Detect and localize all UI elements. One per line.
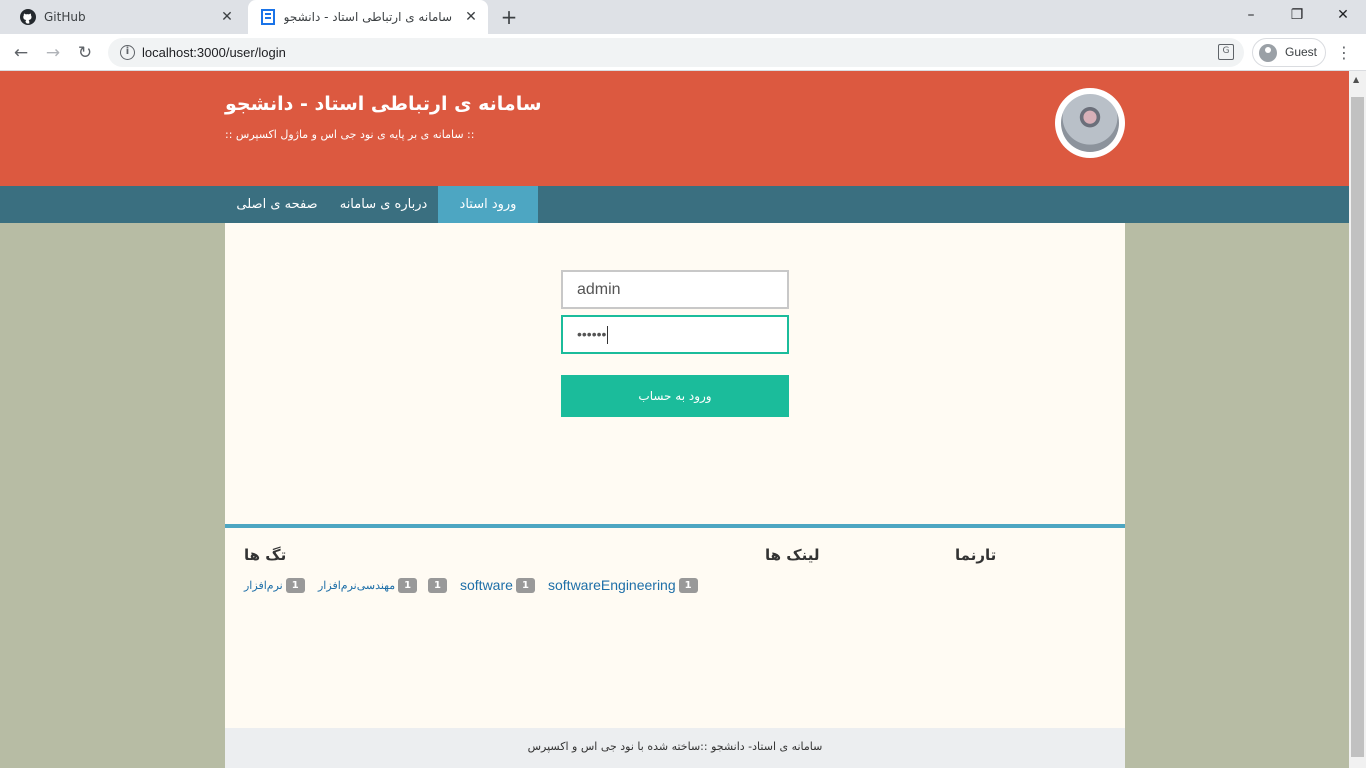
tab-title: GitHub — [44, 10, 86, 24]
username-input[interactable]: admin — [561, 270, 789, 309]
profile-button[interactable]: Guest — [1252, 38, 1326, 67]
site-header: سامانه ی ارتباطی استاد - دانشجو :: سامان… — [0, 71, 1349, 186]
forward-button[interactable]: → — [40, 40, 66, 66]
browser-menu-icon[interactable]: ⋮ — [1336, 42, 1352, 64]
logo-image — [1061, 94, 1119, 152]
translate-icon[interactable]: G — [1218, 44, 1234, 60]
tag-item[interactable]: نرم‌افزار 1 — [244, 577, 305, 593]
tag-link[interactable]: softwareEngineering — [548, 577, 676, 593]
tag-item[interactable]: software 1 — [460, 577, 535, 593]
username-value: admin — [577, 281, 621, 298]
login-submit-button[interactable]: ورود به حساب — [561, 375, 789, 417]
minimize-button[interactable]: – — [1228, 0, 1274, 30]
password-value: •••••• — [577, 326, 607, 342]
password-input[interactable]: •••••• — [561, 315, 789, 354]
tag-item[interactable]: 1 — [425, 577, 447, 593]
nav-item-home[interactable]: صفحه ی اصلی — [225, 186, 329, 223]
new-tab-button[interactable]: + — [498, 6, 520, 28]
tab-site[interactable]: سامانه ی ارتباطی استاد - دانشجو ✕ — [248, 0, 488, 34]
tag-count-badge: 1 — [398, 577, 418, 593]
page-scrollbar[interactable]: ▲ — [1349, 71, 1366, 768]
reload-button[interactable]: ↻ — [72, 40, 98, 66]
close-tab-icon[interactable]: ✕ — [462, 8, 480, 26]
tab-title: سامانه ی ارتباطی استاد - دانشجو — [284, 10, 452, 24]
text-caret — [607, 326, 609, 345]
nav-item-teacher-login[interactable]: ورود استاد — [438, 186, 538, 223]
maximize-button[interactable]: ❐ — [1274, 0, 1320, 30]
avatar-icon — [1259, 44, 1277, 62]
site-favicon — [261, 9, 275, 25]
browser-tab-strip: GitHub ✕ سامانه ی ارتباطی استاد - دانشجو… — [0, 0, 1366, 34]
site-info-icon[interactable]: i — [120, 45, 135, 60]
tag-link[interactable]: نرم‌افزار — [244, 579, 283, 592]
login-panel: admin •••••• ورود به حساب — [225, 223, 1125, 524]
site-title: سامانه ی ارتباطی استاد - دانشجو — [225, 93, 542, 115]
main-nav: صفحه ی اصلی درباره ی سامانه ورود استاد — [0, 186, 1349, 223]
tag-item[interactable]: مهندسی‌نرم‌افزار 1 — [318, 577, 418, 593]
scrollbar-thumb[interactable] — [1351, 97, 1364, 757]
tag-link[interactable]: software — [460, 577, 513, 593]
address-bar[interactable]: i localhost:3000/user/login G — [108, 38, 1244, 67]
tag-item[interactable]: softwareEngineering 1 — [548, 577, 698, 593]
blogroll-widget-title: تارنما — [955, 546, 997, 564]
tag-count-badge: 1 — [515, 577, 535, 593]
links-widget-title: لینک ها — [765, 546, 820, 564]
tab-github[interactable]: GitHub ✕ — [8, 0, 244, 34]
site-footer: سامانه ی استاد- دانشجو ::ساخته شده با نو… — [225, 728, 1125, 768]
browser-toolbar: ← → ↻ i localhost:3000/user/login G Gues… — [0, 34, 1366, 71]
site-logo — [1055, 88, 1125, 158]
github-icon — [20, 9, 36, 25]
close-tab-icon[interactable]: ✕ — [218, 8, 236, 26]
url-text[interactable]: localhost:3000/user/login — [142, 45, 286, 60]
footer-widgets: تارنما لینک ها تگ ها softwareEngineering… — [225, 524, 1125, 728]
tag-count-badge: 1 — [428, 577, 447, 593]
tag-count-badge: 1 — [285, 577, 305, 593]
nav-item-about[interactable]: درباره ی سامانه — [329, 186, 438, 223]
tag-link[interactable]: مهندسی‌نرم‌افزار — [318, 579, 395, 592]
profile-label: Guest — [1285, 45, 1318, 59]
scroll-up-icon[interactable]: ▲ — [1353, 75, 1359, 84]
tag-count-badge: 1 — [678, 577, 698, 593]
close-window-button[interactable]: ✕ — [1320, 0, 1366, 30]
back-button[interactable]: ← — [8, 40, 34, 66]
page-viewport: سامانه ی ارتباطی استاد - دانشجو :: سامان… — [0, 71, 1349, 768]
site-subtitle: :: سامانه ی بر پایه ی نود جی اس و ماژول … — [225, 128, 475, 141]
tags-widget-title: تگ ها — [244, 546, 287, 564]
